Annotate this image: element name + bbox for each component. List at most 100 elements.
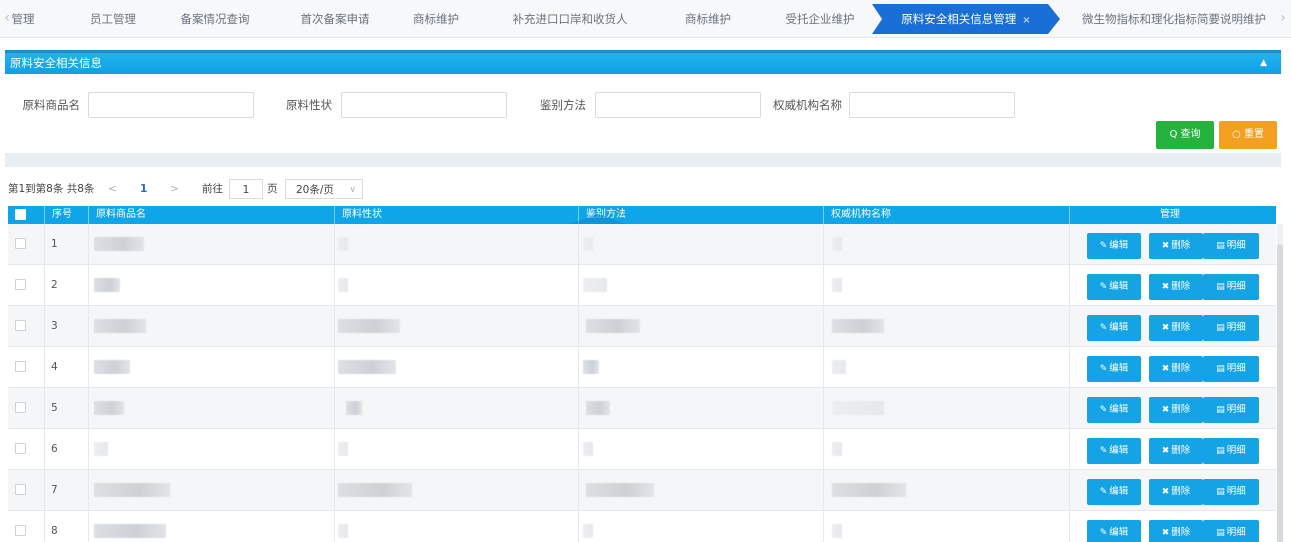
close-icon[interactable]: × xyxy=(1022,15,1030,26)
redacted-cell xyxy=(832,237,842,251)
detail-button[interactable]: ▤ 明细 xyxy=(1203,479,1259,505)
detail-button[interactable]: ▤ 明细 xyxy=(1203,520,1259,542)
edit-button-label: 编辑 xyxy=(1109,363,1129,374)
redacted-cell xyxy=(583,278,607,292)
pager-next-button[interactable]: > xyxy=(170,179,179,199)
delete-button[interactable]: ✖ 删除 xyxy=(1149,397,1203,423)
tab-trademark-2[interactable]: 商标维护 xyxy=(672,4,744,34)
row-checkbox[interactable] xyxy=(15,484,26,495)
cell-divider xyxy=(88,470,89,511)
edit-button[interactable]: ✎ 编辑 xyxy=(1087,315,1141,341)
select-all-checkbox[interactable] xyxy=(15,209,26,220)
material-name-input[interactable] xyxy=(88,92,254,118)
cell-divider xyxy=(334,224,335,265)
pager-prev-button[interactable]: < xyxy=(108,179,117,199)
tab-bar: ‹ 管理 员工管理 备案情况查询 首次备案申请 商标维护 补充进口口岸和收货人 … xyxy=(0,0,1291,38)
delete-button-label: 删除 xyxy=(1171,486,1191,497)
collapse-icon[interactable]: ▲ xyxy=(1260,53,1267,73)
reset-button[interactable]: ○ 重置 xyxy=(1219,121,1277,149)
tab-staff[interactable]: 员工管理 xyxy=(78,4,148,34)
identify-method-input[interactable] xyxy=(595,92,761,118)
x-icon: ✖ xyxy=(1161,323,1170,333)
edit-button[interactable]: ✎ 编辑 xyxy=(1087,274,1141,300)
delete-button[interactable]: ✖ 删除 xyxy=(1149,233,1203,259)
delete-button[interactable]: ✖ 删除 xyxy=(1149,479,1203,505)
cell-divider xyxy=(44,511,45,542)
material-name-label: 原料商品名 xyxy=(22,98,81,112)
tab-manage[interactable]: 管理 xyxy=(8,4,38,34)
scrollbar-thumb[interactable] xyxy=(1277,244,1283,542)
row-index: 8 xyxy=(51,525,58,537)
tab-entrusted[interactable]: 受托企业维护 xyxy=(772,4,868,34)
edit-icon: ✎ xyxy=(1099,528,1108,538)
row-checkbox[interactable] xyxy=(15,402,26,413)
row-checkbox[interactable] xyxy=(15,320,26,331)
cell-divider xyxy=(1069,388,1070,429)
cell-divider xyxy=(578,470,579,511)
tab-filing-query[interactable]: 备案情况查询 xyxy=(170,4,260,34)
edit-button[interactable]: ✎ 编辑 xyxy=(1087,397,1141,423)
row-checkbox[interactable] xyxy=(15,361,26,372)
table-scrollbar[interactable] xyxy=(1277,224,1283,542)
redacted-cell xyxy=(832,442,842,456)
row-checkbox[interactable] xyxy=(15,443,26,454)
detail-button[interactable]: ▤ 明细 xyxy=(1203,356,1259,382)
row-index: 2 xyxy=(51,279,58,291)
redacted-cell xyxy=(832,401,884,415)
delete-button[interactable]: ✖ 删除 xyxy=(1149,356,1203,382)
page-size-select[interactable]: 20条/页 ∨ xyxy=(285,179,363,199)
redacted-cell xyxy=(338,360,396,374)
tab-microbe-indicators[interactable]: 微生物指标和理化指标简要说明维护 xyxy=(1074,4,1274,34)
redacted-cell xyxy=(832,278,842,292)
delete-button[interactable]: ✖ 删除 xyxy=(1149,274,1203,300)
edit-button[interactable]: ✎ 编辑 xyxy=(1087,233,1141,259)
table-row: 5 ✎ 编辑 ✖ 删除 ▤ 明细 xyxy=(8,388,1276,429)
material-form-input[interactable] xyxy=(341,92,507,118)
column-sort-indicator xyxy=(570,214,626,224)
list-icon: ▤ xyxy=(1216,323,1225,333)
redacted-cell xyxy=(586,483,654,497)
tab-scroll-right-icon[interactable]: › xyxy=(1276,0,1290,38)
tab-material-safety[interactable]: 原料安全相关信息管理 × xyxy=(872,4,1060,34)
row-checkbox[interactable] xyxy=(15,279,26,290)
tab-trademark-1[interactable]: 商标维护 xyxy=(400,4,472,34)
detail-button-label: 明细 xyxy=(1226,240,1246,251)
cell-divider xyxy=(578,347,579,388)
cell-divider xyxy=(578,429,579,470)
panel-title: 原料安全相关信息 xyxy=(10,56,102,70)
edit-button[interactable]: ✎ 编辑 xyxy=(1087,356,1141,382)
detail-button[interactable]: ▤ 明细 xyxy=(1203,274,1259,300)
pager-goto-input[interactable]: 1 xyxy=(229,179,263,199)
row-checkbox[interactable] xyxy=(15,525,26,536)
delete-button-label: 删除 xyxy=(1171,363,1191,374)
delete-button[interactable]: ✖ 删除 xyxy=(1149,315,1203,341)
edit-button[interactable]: ✎ 编辑 xyxy=(1087,438,1141,464)
detail-button-label: 明细 xyxy=(1226,281,1246,292)
cell-divider xyxy=(44,388,45,429)
header-index: 序号 xyxy=(52,209,72,220)
edit-button[interactable]: ✎ 编辑 xyxy=(1087,479,1141,505)
tab-import-port[interactable]: 补充进口口岸和收货人 xyxy=(500,4,640,34)
detail-button[interactable]: ▤ 明细 xyxy=(1203,233,1259,259)
pager-current-page[interactable]: 1 xyxy=(140,179,147,199)
cell-divider xyxy=(578,265,579,306)
cell-divider xyxy=(44,306,45,347)
row-checkbox[interactable] xyxy=(15,238,26,249)
redacted-cell xyxy=(346,401,362,415)
x-icon: ✖ xyxy=(1161,446,1170,456)
edit-button[interactable]: ✎ 编辑 xyxy=(1087,520,1141,542)
tab-first-filing[interactable]: 首次备案申请 xyxy=(290,4,380,34)
detail-button[interactable]: ▤ 明细 xyxy=(1203,315,1259,341)
table-row: 3 ✎ 编辑 ✖ 删除 ▤ 明细 xyxy=(8,306,1276,347)
authority-name-input[interactable] xyxy=(849,92,1015,118)
redacted-cell xyxy=(94,278,120,292)
delete-button[interactable]: ✖ 删除 xyxy=(1149,520,1203,542)
redacted-cell xyxy=(338,442,348,456)
detail-button-label: 明细 xyxy=(1226,486,1246,497)
detail-button[interactable]: ▤ 明细 xyxy=(1203,438,1259,464)
cell-divider xyxy=(1069,470,1070,511)
edit-button-label: 编辑 xyxy=(1109,281,1129,292)
delete-button[interactable]: ✖ 删除 xyxy=(1149,438,1203,464)
detail-button[interactable]: ▤ 明细 xyxy=(1203,397,1259,423)
query-button[interactable]: Q 查询 xyxy=(1156,121,1214,149)
